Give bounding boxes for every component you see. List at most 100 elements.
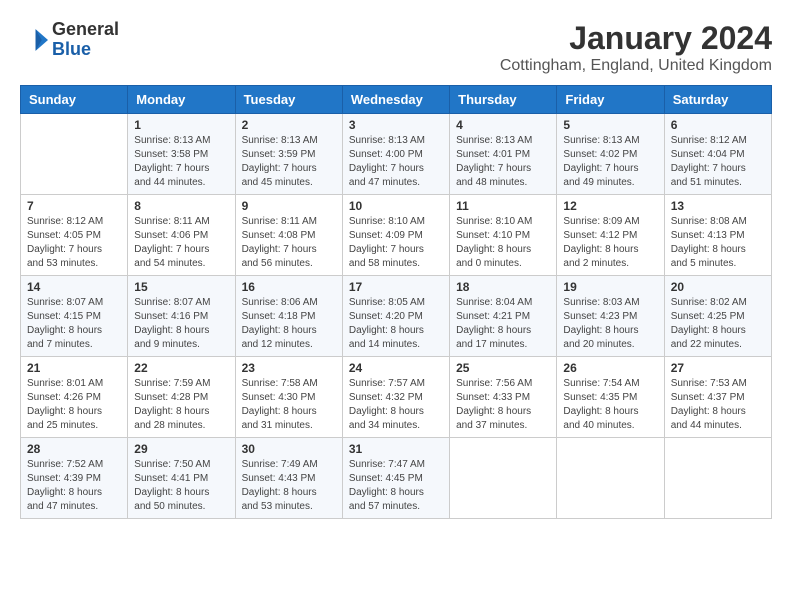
calendar-table: SundayMondayTuesdayWednesdayThursdayFrid… — [20, 85, 772, 519]
day-number: 31 — [349, 442, 443, 456]
calendar-cell — [21, 114, 128, 195]
day-number: 29 — [134, 442, 228, 456]
day-number: 9 — [242, 199, 336, 213]
cell-info: Sunrise: 7:54 AMSunset: 4:35 PMDaylight:… — [563, 377, 657, 433]
cell-info: Sunrise: 8:10 AMSunset: 4:10 PMDaylight:… — [456, 215, 550, 271]
cell-info: Sunrise: 7:50 AMSunset: 4:41 PMDaylight:… — [134, 458, 228, 514]
calendar-cell — [557, 438, 664, 519]
header-row: SundayMondayTuesdayWednesdayThursdayFrid… — [21, 86, 772, 114]
day-number: 23 — [242, 361, 336, 375]
week-row-5: 28 Sunrise: 7:52 AMSunset: 4:39 PMDayligh… — [21, 438, 772, 519]
month-title: January 2024 — [500, 20, 772, 57]
cell-info: Sunrise: 7:47 AMSunset: 4:45 PMDaylight:… — [349, 458, 443, 514]
day-number: 21 — [27, 361, 121, 375]
logo-general: General — [52, 19, 119, 39]
calendar-cell: 27 Sunrise: 7:53 AMSunset: 4:37 PMDayligh… — [664, 357, 771, 438]
cell-info: Sunrise: 8:12 AMSunset: 4:04 PMDaylight:… — [671, 134, 765, 190]
calendar-cell: 4 Sunrise: 8:13 AMSunset: 4:01 PMDaylight… — [450, 114, 557, 195]
day-number: 22 — [134, 361, 228, 375]
day-number: 25 — [456, 361, 550, 375]
day-number: 27 — [671, 361, 765, 375]
day-number: 1 — [134, 118, 228, 132]
logo-icon — [20, 26, 48, 54]
day-number: 19 — [563, 280, 657, 294]
cell-info: Sunrise: 8:13 AMSunset: 4:00 PMDaylight:… — [349, 134, 443, 190]
cell-info: Sunrise: 7:57 AMSunset: 4:32 PMDaylight:… — [349, 377, 443, 433]
day-number: 3 — [349, 118, 443, 132]
day-number: 18 — [456, 280, 550, 294]
calendar-cell: 29 Sunrise: 7:50 AMSunset: 4:41 PMDayligh… — [128, 438, 235, 519]
calendar-cell: 12 Sunrise: 8:09 AMSunset: 4:12 PMDayligh… — [557, 195, 664, 276]
day-number: 20 — [671, 280, 765, 294]
cell-info: Sunrise: 8:13 AMSunset: 3:58 PMDaylight:… — [134, 134, 228, 190]
title-block: January 2024 Cottingham, England, United… — [500, 20, 772, 75]
calendar-header: SundayMondayTuesdayWednesdayThursdayFrid… — [21, 86, 772, 114]
calendar-cell: 1 Sunrise: 8:13 AMSunset: 3:58 PMDaylight… — [128, 114, 235, 195]
week-row-4: 21Sunrise: 8:01 AMSunset: 4:26 PMDayligh… — [21, 357, 772, 438]
cell-info: Sunrise: 8:13 AMSunset: 4:01 PMDaylight:… — [456, 134, 550, 190]
calendar-cell: 19 Sunrise: 8:03 AMSunset: 4:23 PMDayligh… — [557, 276, 664, 357]
cell-info: Sunrise: 8:09 AMSunset: 4:12 PMDaylight:… — [563, 215, 657, 271]
day-number: 12 — [563, 199, 657, 213]
calendar-cell — [664, 438, 771, 519]
cell-info: Sunrise: 8:02 AMSunset: 4:25 PMDaylight:… — [671, 296, 765, 352]
cell-info: Sunrise: 7:52 AMSunset: 4:39 PMDaylight:… — [27, 458, 121, 514]
calendar-cell: 14Sunrise: 8:07 AMSunset: 4:15 PMDayligh… — [21, 276, 128, 357]
day-number: 15 — [134, 280, 228, 294]
day-number: 8 — [134, 199, 228, 213]
cell-info: Sunrise: 8:07 AMSunset: 4:15 PMDaylight:… — [27, 296, 121, 352]
cell-info: Sunrise: 7:59 AMSunset: 4:28 PMDaylight:… — [134, 377, 228, 433]
cell-info: Sunrise: 8:11 AMSunset: 4:06 PMDaylight:… — [134, 215, 228, 271]
week-row-3: 14Sunrise: 8:07 AMSunset: 4:15 PMDayligh… — [21, 276, 772, 357]
day-number: 5 — [563, 118, 657, 132]
calendar-cell: 26 Sunrise: 7:54 AMSunset: 4:35 PMDayligh… — [557, 357, 664, 438]
cell-info: Sunrise: 8:13 AMSunset: 4:02 PMDaylight:… — [563, 134, 657, 190]
page-header: General Blue January 2024 Cottingham, En… — [20, 20, 772, 75]
cell-info: Sunrise: 7:53 AMSunset: 4:37 PMDaylight:… — [671, 377, 765, 433]
cell-info: Sunrise: 8:13 AMSunset: 3:59 PMDaylight:… — [242, 134, 336, 190]
cell-info: Sunrise: 8:04 AMSunset: 4:21 PMDaylight:… — [456, 296, 550, 352]
calendar-cell: 15 Sunrise: 8:07 AMSunset: 4:16 PMDayligh… — [128, 276, 235, 357]
header-day-sunday: Sunday — [21, 86, 128, 114]
calendar-cell: 6 Sunrise: 8:12 AMSunset: 4:04 PMDaylight… — [664, 114, 771, 195]
location: Cottingham, England, United Kingdom — [500, 57, 772, 75]
week-row-2: 7Sunrise: 8:12 AMSunset: 4:05 PMDaylight… — [21, 195, 772, 276]
cell-info: Sunrise: 8:10 AMSunset: 4:09 PMDaylight:… — [349, 215, 443, 271]
calendar-body: 1 Sunrise: 8:13 AMSunset: 3:58 PMDaylight… — [21, 114, 772, 519]
calendar-cell: 3 Sunrise: 8:13 AMSunset: 4:00 PMDaylight… — [342, 114, 449, 195]
calendar-cell: 7Sunrise: 8:12 AMSunset: 4:05 PMDaylight… — [21, 195, 128, 276]
header-day-friday: Friday — [557, 86, 664, 114]
cell-info: Sunrise: 8:03 AMSunset: 4:23 PMDaylight:… — [563, 296, 657, 352]
header-day-tuesday: Tuesday — [235, 86, 342, 114]
day-number: 17 — [349, 280, 443, 294]
day-number: 26 — [563, 361, 657, 375]
cell-info: Sunrise: 7:56 AMSunset: 4:33 PMDaylight:… — [456, 377, 550, 433]
calendar-cell: 18 Sunrise: 8:04 AMSunset: 4:21 PMDayligh… — [450, 276, 557, 357]
cell-info: Sunrise: 7:49 AMSunset: 4:43 PMDaylight:… — [242, 458, 336, 514]
calendar-cell: 31 Sunrise: 7:47 AMSunset: 4:45 PMDayligh… — [342, 438, 449, 519]
calendar-cell: 5 Sunrise: 8:13 AMSunset: 4:02 PMDaylight… — [557, 114, 664, 195]
calendar-cell: 21Sunrise: 8:01 AMSunset: 4:26 PMDayligh… — [21, 357, 128, 438]
calendar-cell: 9Sunrise: 8:11 AMSunset: 4:08 PMDaylight… — [235, 195, 342, 276]
cell-info: Sunrise: 8:07 AMSunset: 4:16 PMDaylight:… — [134, 296, 228, 352]
calendar-cell: 22 Sunrise: 7:59 AMSunset: 4:28 PMDayligh… — [128, 357, 235, 438]
logo-text: General Blue — [52, 20, 119, 60]
cell-info: Sunrise: 8:12 AMSunset: 4:05 PMDaylight:… — [27, 215, 121, 271]
day-number: 28 — [27, 442, 121, 456]
calendar-cell: 17Sunrise: 8:05 AMSunset: 4:20 PMDayligh… — [342, 276, 449, 357]
header-day-saturday: Saturday — [664, 86, 771, 114]
logo-blue: Blue — [52, 39, 91, 59]
header-day-thursday: Thursday — [450, 86, 557, 114]
calendar-cell: 30Sunrise: 7:49 AMSunset: 4:43 PMDayligh… — [235, 438, 342, 519]
day-number: 6 — [671, 118, 765, 132]
day-number: 4 — [456, 118, 550, 132]
calendar-cell: 23Sunrise: 7:58 AMSunset: 4:30 PMDayligh… — [235, 357, 342, 438]
day-number: 24 — [349, 361, 443, 375]
week-row-1: 1 Sunrise: 8:13 AMSunset: 3:58 PMDaylight… — [21, 114, 772, 195]
logo: General Blue — [20, 20, 119, 60]
calendar-cell: 13Sunrise: 8:08 AMSunset: 4:13 PMDayligh… — [664, 195, 771, 276]
calendar-cell: 25 Sunrise: 7:56 AMSunset: 4:33 PMDayligh… — [450, 357, 557, 438]
cell-info: Sunrise: 8:08 AMSunset: 4:13 PMDaylight:… — [671, 215, 765, 271]
calendar-cell: 11Sunrise: 8:10 AMSunset: 4:10 PMDayligh… — [450, 195, 557, 276]
calendar-cell: 8 Sunrise: 8:11 AMSunset: 4:06 PMDaylight… — [128, 195, 235, 276]
